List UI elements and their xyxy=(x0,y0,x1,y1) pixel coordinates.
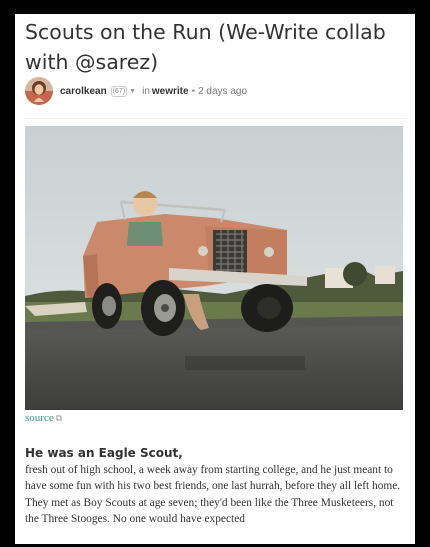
body-heading: He was an Eagle Scout, xyxy=(25,446,183,460)
post-card: Scouts on the Run (We-Write collab with … xyxy=(15,14,415,544)
source-link[interactable]: source ⧉ xyxy=(25,412,62,424)
community-link[interactable]: wewrite xyxy=(152,86,189,97)
external-link-icon: ⧉ xyxy=(55,412,63,423)
in-label: in xyxy=(142,86,150,97)
post-meta: carolkean (67) ▼ in wewrite • 2 days ago xyxy=(25,77,405,109)
avatar[interactable] xyxy=(25,77,53,105)
post-title: Scouts on the Run (We-Write collab with … xyxy=(25,20,386,74)
reputation-badge: (67) xyxy=(110,86,128,97)
meta-separator: • xyxy=(191,86,196,97)
post-image[interactable] xyxy=(25,126,403,410)
author-link[interactable]: carolkean xyxy=(60,86,107,97)
chevron-down-icon[interactable]: ▼ xyxy=(129,88,136,95)
meta-row: carolkean (67) ▼ in wewrite • 2 days ago xyxy=(60,86,247,97)
post-age[interactable]: 2 days ago xyxy=(198,86,247,97)
source-label: source xyxy=(25,412,54,424)
divider xyxy=(25,118,405,119)
body-text: fresh out of high school, a week away fr… xyxy=(25,464,401,526)
